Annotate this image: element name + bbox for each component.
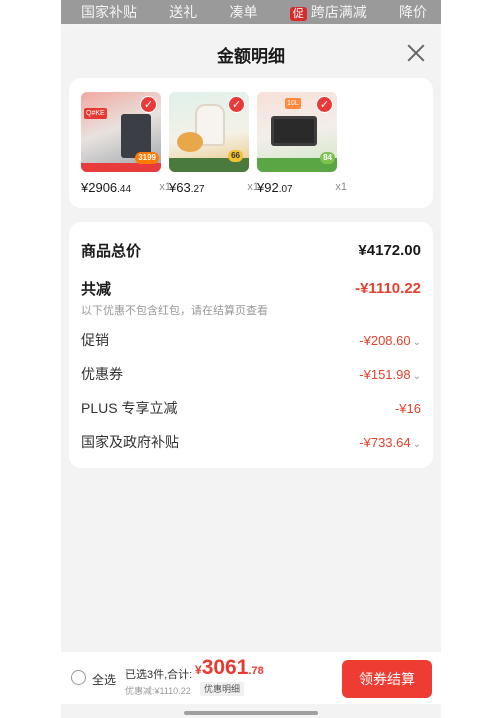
amount-detail-sheet: 金额明细 Q#KE 3199 ✓ ¥2906.44 x1 66 ✓ ¥63.27… (61, 28, 441, 718)
tab-add-on[interactable]: 凑单 (230, 2, 258, 22)
discount-detail-button[interactable]: 优惠明细 (200, 682, 245, 696)
product-image[interactable]: 66 ✓ (169, 92, 249, 172)
price-summary-card: 商品总价 ¥4172.00 共减 -¥1110.22 以下优惠不包含红包，请在结… (69, 222, 433, 468)
total-reduction-row: 共减 -¥1110.22 (81, 278, 421, 299)
tab-cross-store[interactable]: 促跨店满减 (289, 2, 367, 22)
product-image-price: 84 (320, 152, 335, 164)
product-promo-tag: Q#KE (84, 108, 107, 119)
product-item[interactable]: 10L 84 ✓ ¥92.07 x1 (257, 92, 347, 195)
select-all-radio[interactable] (71, 670, 86, 685)
sheet-title: 金额明细 (217, 47, 285, 66)
discount-value: -¥16 (394, 400, 421, 416)
product-price: ¥63.27 (169, 180, 205, 195)
chevron-down-icon: ⌄ (412, 438, 421, 450)
product-item[interactable]: Q#KE 3199 ✓ ¥2906.44 x1 (81, 92, 171, 195)
product-image[interactable]: Q#KE 3199 ✓ (81, 92, 161, 172)
tab-gift[interactable]: 送礼 (169, 2, 197, 22)
discount-row-plus: PLUS 专享立减 -¥16 (81, 398, 421, 418)
checkout-button[interactable]: 领券结算 (342, 660, 432, 698)
product-list-card: Q#KE 3199 ✓ ¥2906.44 x1 66 ✓ ¥63.27 x1 1… (69, 78, 433, 208)
discount-label: 促销 (81, 332, 109, 348)
total-reduction-value: -¥1110.22 (355, 280, 421, 297)
product-image-price: 66 (228, 150, 243, 162)
total-price-row: 商品总价 ¥4172.00 (81, 240, 421, 261)
tab-cross-store-label: 跨店满减 (310, 4, 367, 20)
select-all-label[interactable]: 全选 (92, 671, 116, 688)
discount-label: 国家及政府补贴 (81, 434, 179, 450)
selected-count: 已选3件,合计: (125, 669, 193, 681)
checkout-bar: 全选 已选3件,合计: ¥3061.78 优惠减:¥1110.22 优惠明细 领… (61, 652, 441, 704)
discount-value: -¥151.98 ⌄ (359, 366, 421, 382)
checked-icon[interactable]: ✓ (228, 96, 245, 113)
total-price-label: 商品总价 (81, 243, 142, 260)
product-image[interactable]: 10L 84 ✓ (257, 92, 337, 172)
product-image-band (81, 163, 161, 172)
total-reduction-label: 共减 (81, 281, 112, 298)
top-tab-bar: 国家补贴 送礼 凑单 促跨店满减 降价 (61, 0, 441, 24)
checked-icon[interactable]: ✓ (140, 96, 157, 113)
chevron-down-icon: ⌄ (412, 336, 421, 348)
total-price-value: ¥4172.00 (358, 242, 421, 259)
chevron-down-icon: ⌄ (412, 370, 421, 382)
checked-icon[interactable]: ✓ (316, 96, 333, 113)
discount-value: -¥733.64 ⌄ (359, 434, 421, 450)
discount-row-subsidy[interactable]: 国家及政府补贴 -¥733.64 ⌄ (81, 432, 421, 452)
product-price: ¥92.07 (257, 180, 293, 195)
discount-row-promotion[interactable]: 促销 -¥208.60 ⌄ (81, 330, 421, 350)
appliance-shape (271, 116, 317, 146)
food-shape (177, 132, 203, 152)
discount-note: 以下优惠不包含红包，请在结算页查看 (81, 305, 268, 317)
close-icon[interactable] (407, 44, 425, 62)
promo-badge: 促 (289, 7, 307, 21)
discount-summary: 优惠减:¥1110.22 (125, 686, 191, 696)
product-item[interactable]: 66 ✓ ¥63.27 x1 (169, 92, 259, 195)
product-promo-tag: 10L (285, 98, 301, 109)
discount-row-coupon[interactable]: 优惠券 -¥151.98 ⌄ (81, 364, 421, 384)
product-quantity: x1 (335, 181, 347, 193)
discount-label: 优惠券 (81, 366, 123, 382)
home-indicator (184, 711, 318, 715)
product-image-price: 3199 (135, 152, 159, 164)
product-price: ¥2906.44 (81, 180, 132, 195)
tab-price-drop[interactable]: 降价 (399, 2, 427, 22)
discount-value: -¥208.60 ⌄ (359, 332, 421, 348)
phone-screen: 国家补贴 送礼 凑单 促跨店满减 降价 金额明细 Q#KE 3199 ✓ ¥29… (61, 0, 441, 718)
discount-label: PLUS 专享立减 (81, 400, 178, 416)
cart-total-price: ¥3061.78 (195, 656, 264, 679)
tab-national-subsidy[interactable]: 国家补贴 (81, 2, 137, 22)
